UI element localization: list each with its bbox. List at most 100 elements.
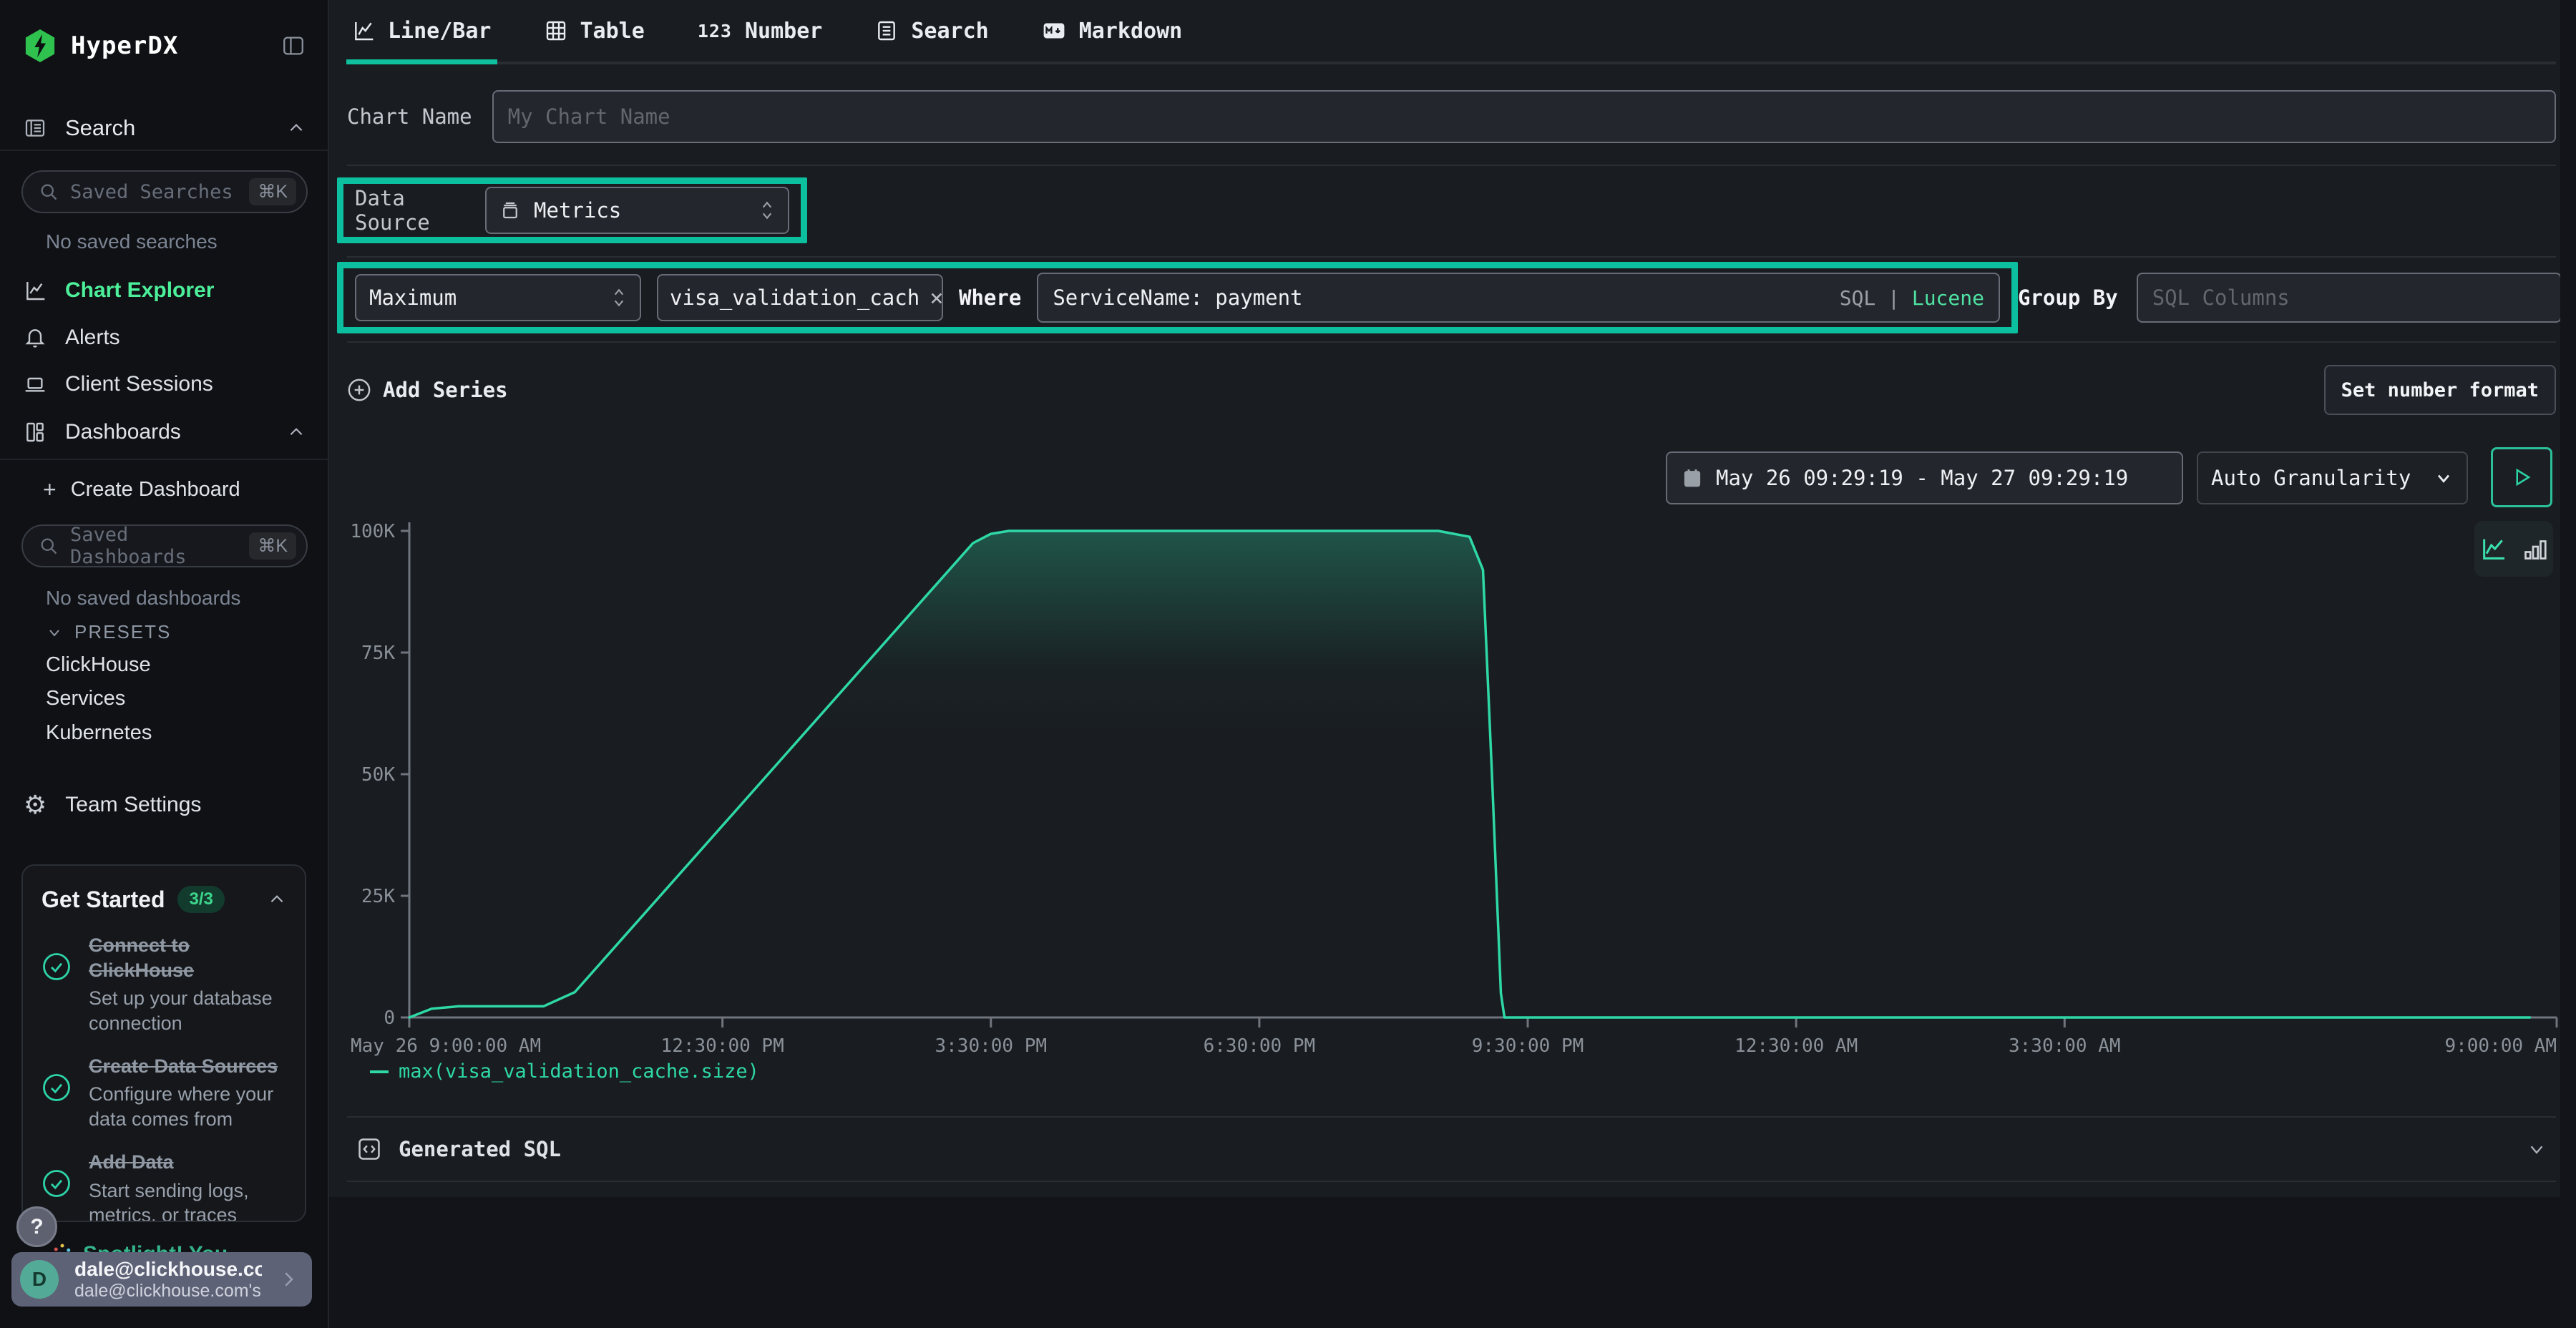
- check-circle-icon: [42, 933, 73, 1035]
- close-icon[interactable]: ×: [930, 284, 943, 311]
- sidebar-collapse-icon[interactable]: [281, 34, 306, 58]
- svg-text:0: 0: [384, 1007, 395, 1029]
- plus-circle-icon: [347, 378, 371, 402]
- bell-icon: [24, 326, 47, 349]
- tab-label: Markdown: [1079, 19, 1183, 44]
- aggregation-value: Maximum: [369, 285, 457, 310]
- generated-sql-toggle[interactable]: Generated SQL: [347, 1116, 2556, 1182]
- presets-header[interactable]: PRESETS: [46, 621, 171, 643]
- legend-series-name: max(visa_validation_cache.size): [399, 1060, 759, 1083]
- where-value: ServiceName: payment: [1053, 285, 1302, 310]
- search-section-label: Search: [65, 115, 135, 141]
- number-123-icon: 123: [698, 21, 732, 42]
- sidebar-item-label: Client Sessions: [65, 372, 213, 396]
- add-series-button[interactable]: Add Series: [347, 378, 508, 402]
- svg-text:3:30:00 AM: 3:30:00 AM: [2009, 1035, 2121, 1057]
- aggregation-select[interactable]: Maximum: [355, 274, 641, 321]
- tab-line-bar[interactable]: Line/Bar: [346, 0, 497, 62]
- get-started-item[interactable]: Add Data Start sending logs, metrics, or…: [42, 1150, 286, 1222]
- saved-searches-input[interactable]: Saved Searches ⌘K: [21, 170, 308, 213]
- presets-label: PRESETS: [74, 621, 171, 643]
- svg-text:12:30:00 AM: 12:30:00 AM: [1735, 1035, 1858, 1057]
- group-by-input-field[interactable]: [2152, 285, 2546, 310]
- help-label: ?: [30, 1215, 43, 1239]
- chevron-down-icon: [2434, 468, 2454, 488]
- chevron-up-icon[interactable]: [268, 890, 286, 909]
- get-started-title: Get Started: [42, 887, 165, 913]
- time-toolbar: May 26 09:29:19 - May 27 09:29:19 Auto G…: [329, 447, 2576, 507]
- sidebar-item-label: Dashboards: [65, 420, 181, 444]
- preset-item-clickhouse[interactable]: ClickHouse: [46, 653, 151, 677]
- select-updown-icon: [759, 200, 775, 221]
- create-dashboard-label: Create Dashboard: [71, 478, 240, 502]
- date-range-value: May 26 09:29:19 - May 27 09:29:19: [1716, 466, 2128, 490]
- where-input[interactable]: ServiceName: payment SQL | Lucene: [1037, 273, 2000, 323]
- chevron-right-icon: [278, 1269, 299, 1290]
- sidebar-section-dashboards[interactable]: Dashboards: [24, 416, 306, 448]
- preset-item-kubernetes[interactable]: Kubernetes: [46, 721, 152, 745]
- scroll-gutter[interactable]: [2560, 0, 2576, 1197]
- chevron-down-icon: [46, 624, 63, 641]
- main-panel: Line/Bar Table 123 Number Search M: [329, 0, 2576, 1197]
- chart-name-input[interactable]: [492, 90, 2556, 143]
- svg-text:100K: 100K: [350, 521, 395, 542]
- preset-item-services[interactable]: Services: [46, 687, 125, 711]
- sidebar-item-label: Team Settings: [65, 793, 201, 817]
- saved-dashboards-input[interactable]: Saved Dashboards ⌘K: [21, 524, 308, 567]
- data-source-select[interactable]: Metrics: [485, 187, 789, 234]
- tab-number[interactable]: 123 Number: [692, 0, 829, 62]
- chart-name-input-field[interactable]: [508, 104, 2540, 129]
- set-number-format-button[interactable]: Set number format: [2324, 365, 2556, 415]
- code-icon: [356, 1136, 383, 1163]
- chart-legend[interactable]: max(visa_validation_cache.size): [370, 1060, 759, 1083]
- where-label: Where: [959, 285, 1021, 310]
- cmd-k-shortcut: ⌘K: [249, 532, 296, 560]
- tab-search[interactable]: Search: [869, 0, 994, 62]
- divider: [347, 256, 2556, 258]
- get-started-card: Get Started 3/3 Connect to ClickHouse Se…: [21, 864, 306, 1222]
- get-started-item-title: Connect to ClickHouse: [89, 933, 286, 983]
- chevron-down-icon: [2526, 1138, 2547, 1160]
- brand-name: HyperDX: [71, 31, 178, 60]
- metric-tag[interactable]: visa_validation_cach ×: [657, 274, 943, 321]
- create-dashboard-button[interactable]: + Create Dashboard: [43, 474, 325, 505]
- data-source-value: Metrics: [534, 198, 621, 223]
- cmd-k-shortcut: ⌘K: [249, 178, 296, 205]
- svg-text:May 26 9:00:00 AM: May 26 9:00:00 AM: [351, 1035, 541, 1057]
- brand-row: HyperDX: [24, 33, 306, 59]
- date-range-input[interactable]: May 26 09:29:19 - May 27 09:29:19: [1666, 451, 2183, 504]
- svg-text:12:30:00 PM: 12:30:00 PM: [661, 1035, 784, 1057]
- series-annotation-box: Maximum visa_validation_cach × Where Ser…: [337, 262, 2018, 333]
- sidebar-item-chart-explorer[interactable]: Chart Explorer: [24, 275, 306, 306]
- granularity-select[interactable]: Auto Granularity: [2197, 451, 2468, 504]
- divider: [347, 165, 2556, 166]
- search-icon: [39, 182, 59, 202]
- help-button[interactable]: ?: [16, 1206, 57, 1247]
- sidebar-section-search[interactable]: Search: [24, 112, 306, 144]
- chevron-up-icon: [287, 119, 306, 137]
- lucene-toggle[interactable]: Lucene: [1912, 286, 1984, 310]
- sidebar-item-alerts[interactable]: Alerts: [24, 322, 306, 353]
- get-started-item[interactable]: Create Data Sources Configure where your…: [42, 1054, 286, 1131]
- run-query-button[interactable]: [2491, 447, 2552, 507]
- user-email: dale@clickhouse.com: [74, 1258, 262, 1281]
- tab-table[interactable]: Table: [539, 0, 650, 62]
- chart-name-label: Chart Name: [347, 104, 472, 129]
- chevron-up-icon: [287, 423, 306, 441]
- select-updown-icon: [611, 287, 627, 308]
- tab-markdown[interactable]: Markdown: [1036, 0, 1189, 62]
- sql-toggle[interactable]: SQL: [1840, 286, 1876, 310]
- sidebar-item-client-sessions[interactable]: Client Sessions: [24, 368, 306, 400]
- sidebar-item-team-settings[interactable]: ⚙ Team Settings: [24, 789, 306, 821]
- document-list-icon: [875, 19, 898, 42]
- granularity-value: Auto Granularity: [2211, 466, 2411, 490]
- get-started-item[interactable]: Connect to ClickHouse Set up your databa…: [42, 933, 286, 1035]
- dashboards-icon: [24, 421, 47, 444]
- svg-text:25K: 25K: [361, 886, 395, 907]
- user-menu[interactable]: D dale@clickhouse.com dale@clickhouse.co…: [11, 1252, 312, 1307]
- chart-name-row: Chart Name: [347, 90, 2556, 143]
- sidebar-divider: [0, 459, 328, 460]
- database-icon: [499, 200, 521, 221]
- timeseries-chart[interactable]: 025K50K75K100KMay 26 9:00:00 AM12:30:00 …: [347, 514, 2569, 1058]
- group-by-input[interactable]: [2137, 273, 2562, 323]
